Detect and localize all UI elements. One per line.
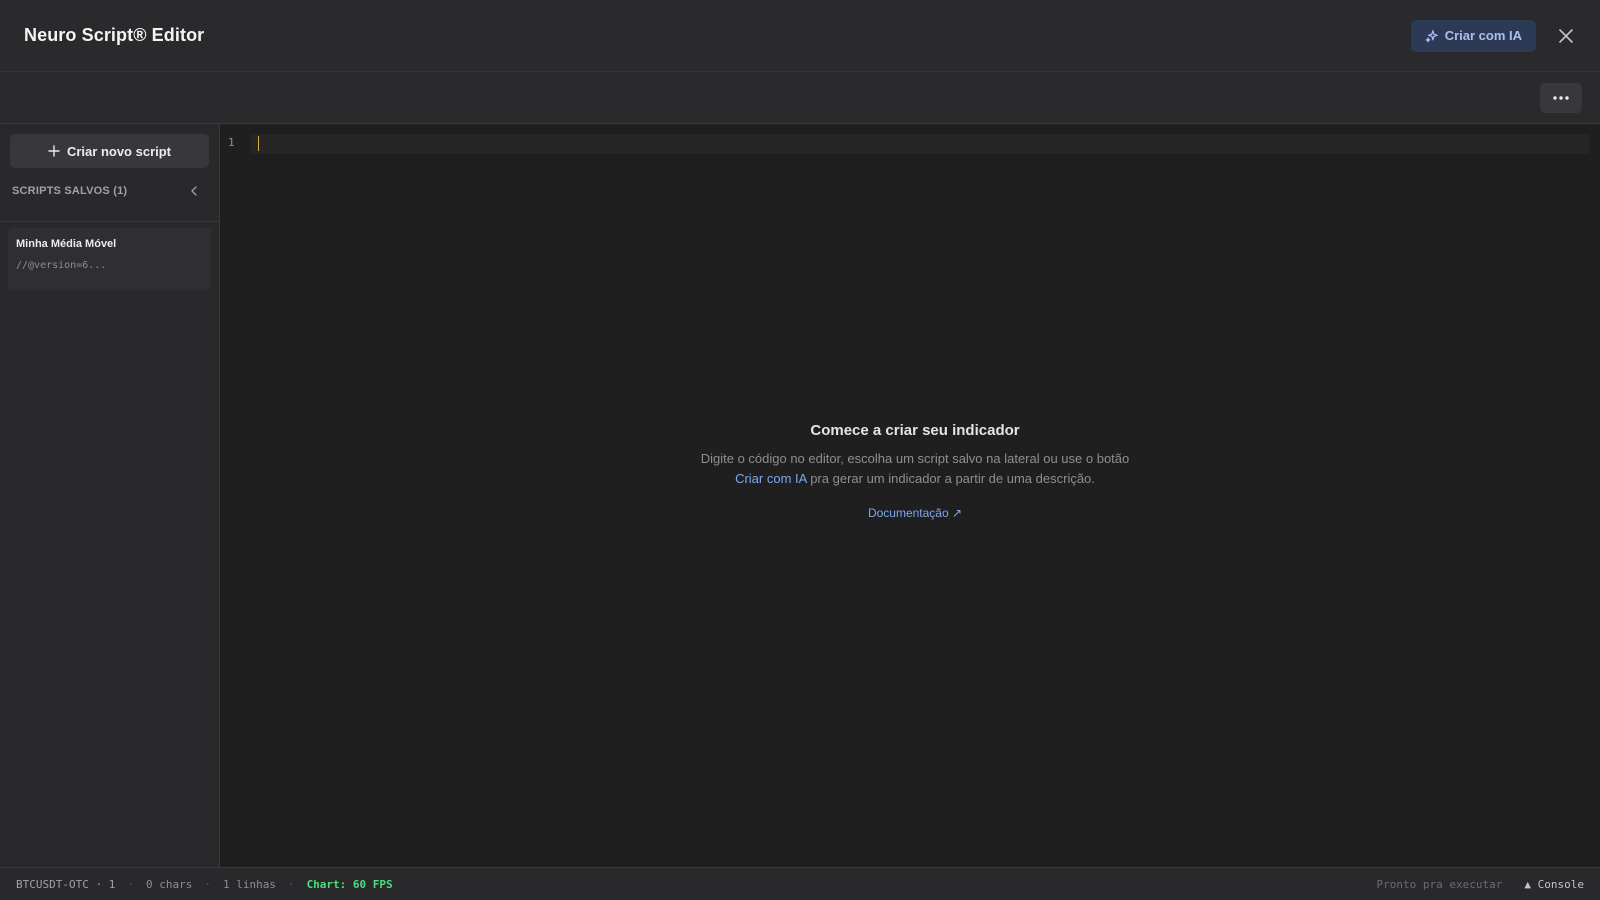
text-cursor [258,136,259,151]
empty-state-desc-end: pra gerar um indicador a partir de uma d… [806,471,1095,486]
saved-scripts-label: SCRIPTS SALVOS (1) [12,185,128,197]
status-separator: · [287,877,295,891]
saved-scripts-header: SCRIPTS SALVOS (1) [12,180,208,202]
chevron-left-icon [191,186,197,196]
run-status: Pronto pra executar [1376,877,1503,891]
status-right: Pronto pra executar ▲ Console [1377,878,1584,891]
line-number: 1 [228,136,235,149]
char-count: 0 chars [145,877,193,891]
header: Neuro Script® Editor Criar com IA [0,0,1600,72]
more-options-button[interactable] [1540,83,1582,113]
status-bar: BTCUSDT-OTC · 1 · 0 chars · 1 linhas · C… [0,867,1600,900]
scripts-sidebar: Criar novo script SCRIPTS SALVOS (1) Min… [0,124,220,867]
more-horizontal-icon [1553,96,1569,100]
chart-fps: Chart: 60 FPS [306,877,393,891]
active-line-highlight [250,134,1590,154]
plus-icon [48,145,60,157]
empty-state-description: Digite o código no editor, escolha um sc… [700,449,1130,489]
empty-state-desc-start: Digite o código no editor, escolha um sc… [700,451,1130,466]
saved-script-item[interactable]: Minha Média Móvel //@version=6... [8,228,211,290]
code-editor[interactable]: 1 Comece a criar seu indicador Digite o … [220,124,1600,867]
header-actions: Criar com IA [1410,19,1576,52]
script-preview: //@version=6... [16,260,107,271]
collapse-sidebar-button[interactable] [186,183,202,199]
close-button[interactable] [1550,20,1582,52]
empty-state: Comece a criar seu indicador Digite o có… [700,422,1130,522]
page-title: Neuro Script® Editor [24,25,205,45]
create-with-ai-button[interactable]: Criar com IA [1410,19,1536,52]
divider [0,221,219,222]
status-separator: · [127,877,134,891]
create-with-ai-label: Criar com IA [1444,28,1522,43]
symbol-status: BTCUSDT-OTC · 1 [16,877,116,891]
new-script-button[interactable]: Criar novo script [10,134,209,168]
new-script-label: Criar novo script [66,143,172,159]
empty-state-title: Comece a criar seu indicador [810,422,1020,439]
close-icon [1559,28,1573,43]
line-count: 1 linhas [222,877,276,891]
script-name: Minha Média Móvel [16,238,117,250]
editor-toolbar [0,72,1600,124]
create-with-ai-link[interactable]: Criar com IA [735,471,807,486]
sparkle-icon [1425,29,1438,42]
status-separator: · [204,877,211,891]
console-toggle[interactable]: ▲ Console [1524,878,1584,891]
documentation-link[interactable]: Documentação ↗ [868,506,962,520]
